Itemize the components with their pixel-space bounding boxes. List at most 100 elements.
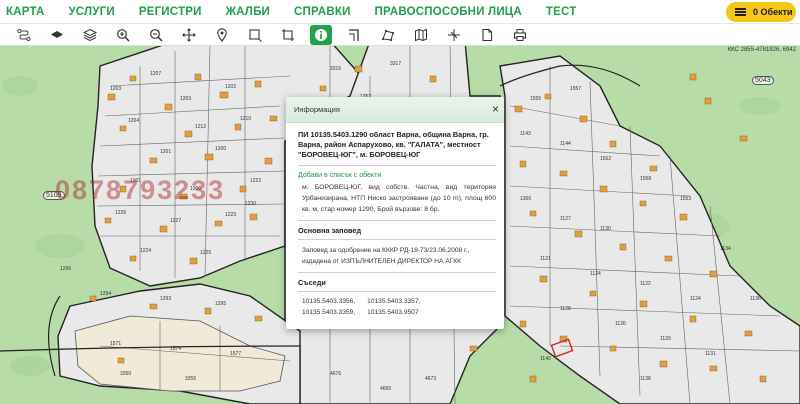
parcel-label: 1124 xyxy=(690,296,701,302)
parcel-label: 1130 xyxy=(600,226,611,232)
parcel-label: 1143 xyxy=(520,131,531,137)
objects-button[interactable]: 0 Обекти xyxy=(726,2,796,22)
print-icon[interactable] xyxy=(511,26,529,44)
location-pin-icon[interactable] xyxy=(213,26,231,44)
parcel-label: 1126 xyxy=(615,321,626,327)
parcel-label: 1222 xyxy=(250,178,262,184)
parcel-label: 1227 xyxy=(170,218,182,224)
split-icon[interactable] xyxy=(445,26,463,44)
parcel-label: 1296 xyxy=(60,266,72,272)
parcel-label: 1207 xyxy=(150,71,162,77)
parcel-label: 3316 xyxy=(330,66,342,72)
info-icon[interactable] xyxy=(310,25,332,45)
parcel-label: 1294 xyxy=(100,291,112,297)
nav-registers[interactable]: РЕГИСТРИ xyxy=(139,6,202,18)
parcel-label: 3355 xyxy=(185,376,197,382)
parcel-label: 1557 xyxy=(570,86,582,92)
parcel-label: 1577 xyxy=(230,351,242,357)
route-icon[interactable] xyxy=(15,26,33,44)
parcel-label: 1553 xyxy=(680,196,692,202)
neighbors-heading: Съседи xyxy=(298,278,326,287)
hamburger-icon xyxy=(735,8,746,16)
parcel-label: 1306 xyxy=(520,196,532,202)
parcel-label: 1202 xyxy=(225,84,237,90)
nav-licensed-persons[interactable]: ПРАВОСПОСОБНИ ЛИЦА xyxy=(375,6,522,18)
parcel-label: 3317 xyxy=(390,61,402,67)
parcel-label: 1127 xyxy=(560,216,571,222)
nav-complaints[interactable]: ЖАЛБИ xyxy=(226,6,270,18)
divider xyxy=(298,239,496,240)
nav-references[interactable]: СПРАВКИ xyxy=(294,6,351,18)
parcel-label: 1134 xyxy=(720,246,731,252)
info-popup: Информация × ПИ 10135.5403.1290 област В… xyxy=(286,97,504,329)
parcel-label: 1124 xyxy=(590,271,601,277)
layers-stack-icon[interactable] xyxy=(81,26,99,44)
parcel-label: 1574 xyxy=(170,346,182,352)
parcel-label: 1136 xyxy=(750,296,761,302)
parcel-label: 1571 xyxy=(110,341,122,347)
polygon-measure-icon[interactable] xyxy=(379,26,397,44)
parcel-label: 1295 xyxy=(215,301,227,307)
map-toolbar xyxy=(0,24,800,46)
parcel-label: 1203 xyxy=(180,96,192,102)
divider xyxy=(298,272,496,273)
parcel-label: 1293 xyxy=(160,296,172,302)
phone-watermark: 0878793233 xyxy=(55,175,226,205)
objects-count-label: 0 Обекти xyxy=(753,7,793,17)
popup-title: Информация xyxy=(294,105,340,114)
map-book-icon[interactable] xyxy=(412,26,430,44)
parcel-label: 1562 xyxy=(600,156,612,162)
parcel-identifier: ПИ 10135.5403.1290 област Варна, община … xyxy=(298,130,489,159)
parcel-label: 1140 xyxy=(540,356,551,362)
region-label: 5043 xyxy=(752,76,774,85)
cadastral-sheet-label: ККС 2855-4781926, 6942 xyxy=(727,47,796,53)
parcel-label: 1203 xyxy=(110,86,122,92)
neighbor-link[interactable]: 10135.5403.3359, xyxy=(302,307,355,318)
parcel-label: 1122 xyxy=(640,281,651,287)
neighbor-link[interactable]: 10135.5403.3356, xyxy=(302,296,355,307)
parcel-label: 1210 xyxy=(240,116,252,122)
zoom-in-icon[interactable] xyxy=(114,26,132,44)
parcel-label: 1225 xyxy=(200,250,212,256)
nav-services[interactable]: УСЛУГИ xyxy=(68,6,114,18)
order-text: Заповед за одобрение на КККР РД-18-73/23… xyxy=(302,247,470,265)
parcel-label: 4673 xyxy=(425,376,437,382)
nav-map[interactable]: КАРТА xyxy=(6,6,44,18)
popup-body: ПИ 10135.5403.1290 област Варна, община … xyxy=(286,123,504,318)
document-icon[interactable] xyxy=(478,26,496,44)
nav-test[interactable]: ТЕСТ xyxy=(546,6,577,18)
parcel-label: 1226 xyxy=(115,210,127,216)
parcel-label: 1224 xyxy=(140,248,152,254)
parcel-label: 1223 xyxy=(225,212,237,218)
order-heading: Основна заповед xyxy=(298,226,362,235)
divider xyxy=(298,291,496,292)
parcel-label: 1131 xyxy=(705,351,716,357)
close-icon[interactable]: × xyxy=(492,103,499,115)
divider xyxy=(298,165,496,166)
parcel-label: 4676 xyxy=(330,371,342,377)
neighbor-link[interactable]: 10135.5403.9507 xyxy=(367,307,418,318)
parcel-label: 1204 xyxy=(128,118,140,124)
parcel-label: 1230 xyxy=(245,201,257,207)
rectangle-crop-icon[interactable] xyxy=(279,26,297,44)
popup-header: Информация xyxy=(286,97,504,123)
zoom-out-icon[interactable] xyxy=(147,26,165,44)
parcel-label: 1138 xyxy=(640,376,651,382)
parcel-label: 1201 xyxy=(160,149,172,155)
neighbors-list: 10135.5403.3356, 10135.5403.3357, 10135.… xyxy=(298,296,496,318)
select-rectangle-icon[interactable] xyxy=(246,26,264,44)
parcel-label: 1200 xyxy=(215,146,227,152)
parcel-label: 1555 xyxy=(530,96,542,102)
parcel-label: 3350 xyxy=(120,371,132,377)
pan-icon[interactable] xyxy=(180,26,198,44)
parcel-description: м. БОРОВЕЦ-ЮГ, вид собств. Частна, вид т… xyxy=(302,184,496,213)
layer-icon[interactable] xyxy=(48,26,66,44)
top-navigation: КАРТА УСЛУГИ РЕГИСТРИ ЖАЛБИ СПРАВКИ ПРАВ… xyxy=(0,0,800,24)
parcel-label: 1212 xyxy=(195,124,207,130)
corner-angle-icon[interactable] xyxy=(345,26,363,44)
neighbor-link[interactable]: 10135.5403.3357, xyxy=(367,296,420,307)
parcel-label: 1128 xyxy=(560,306,571,312)
add-to-objects-link[interactable]: Добави в списък с обекти xyxy=(298,172,496,179)
parcel-label: 1558 xyxy=(640,176,652,182)
parcel-label: 4665 xyxy=(380,386,392,392)
